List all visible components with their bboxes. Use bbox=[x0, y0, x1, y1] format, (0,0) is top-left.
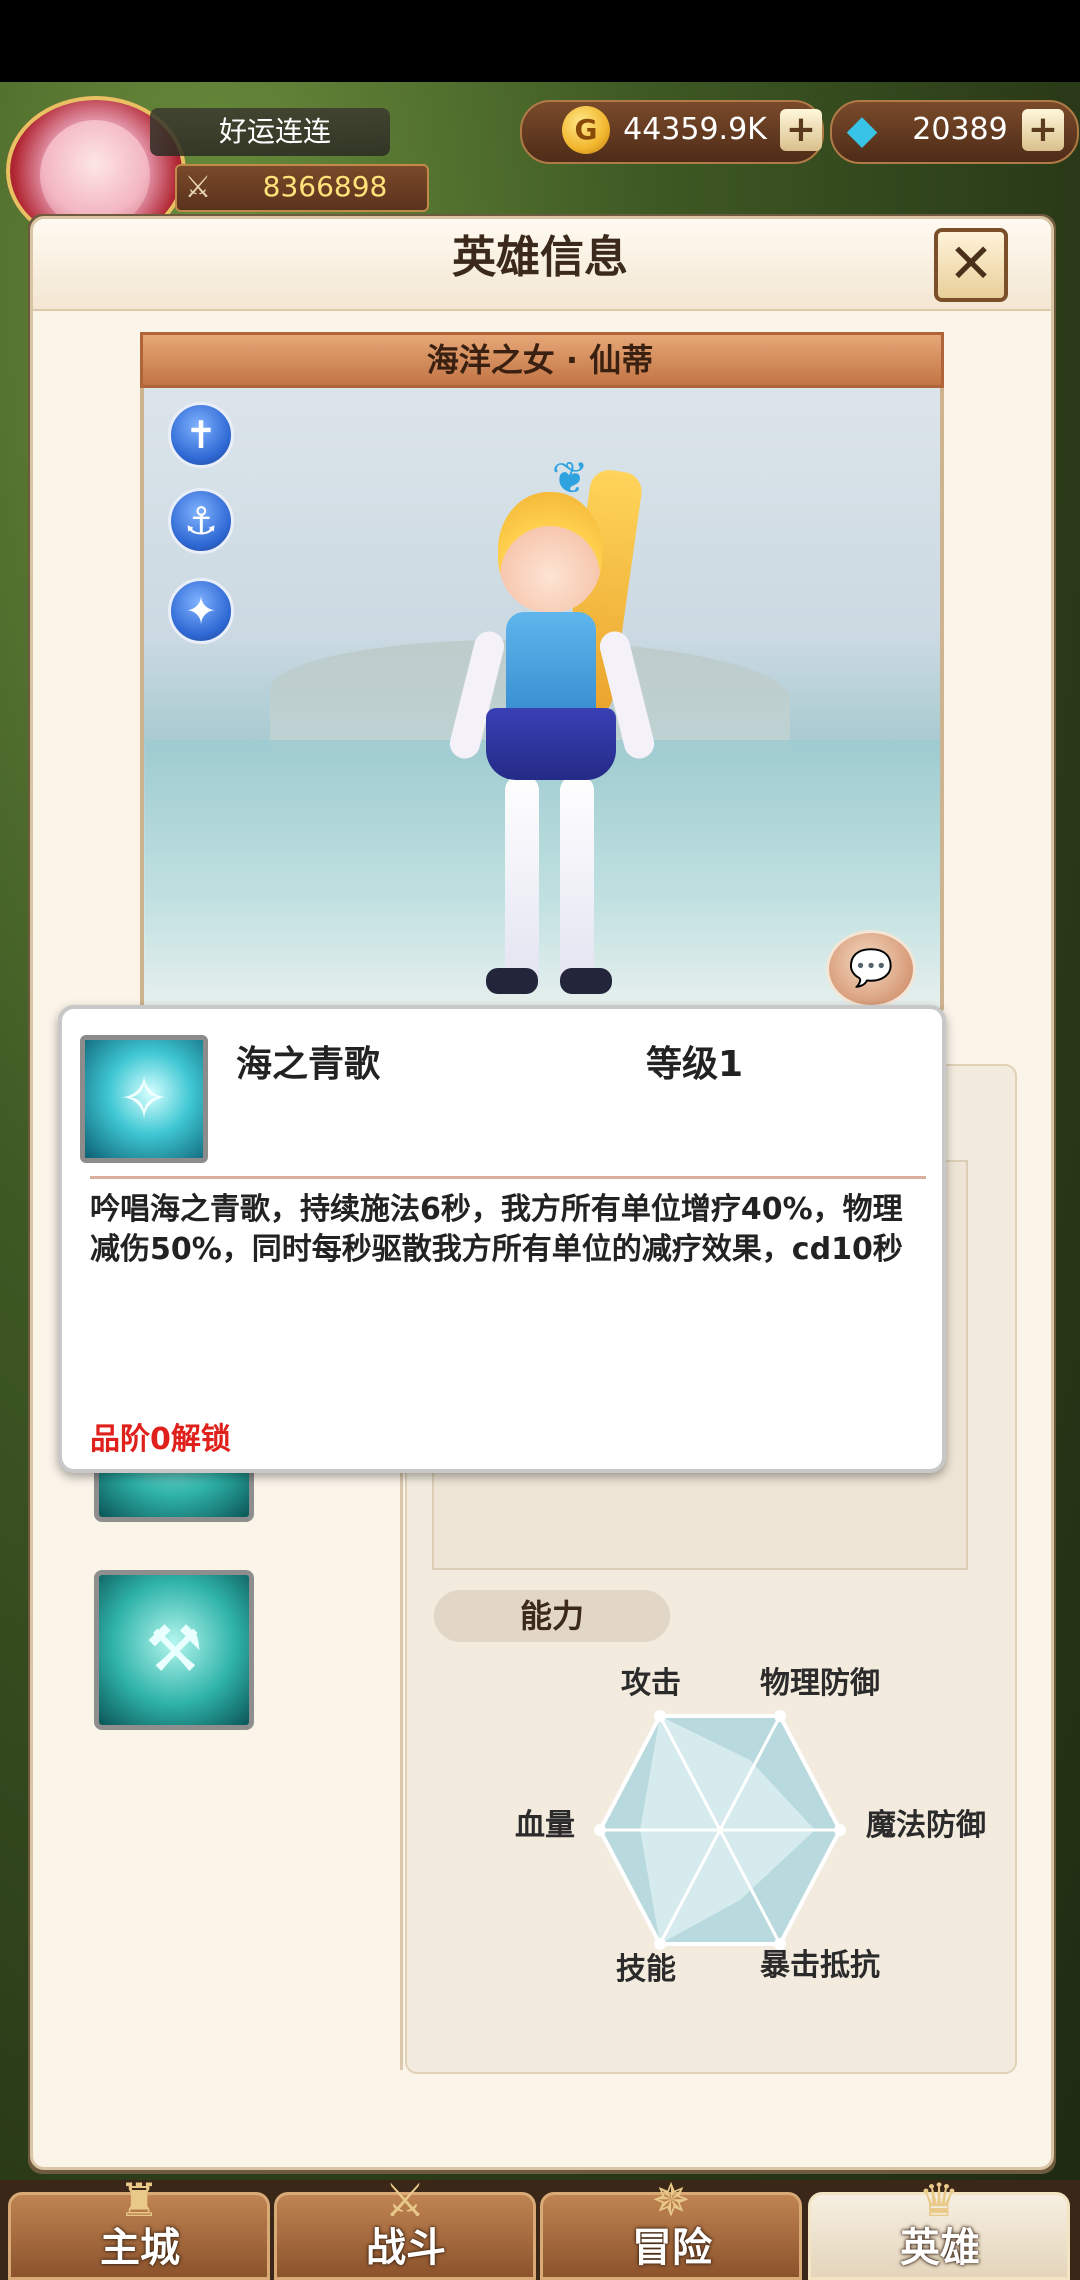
diamond-icon: ◆ bbox=[846, 107, 878, 153]
hero-skirt bbox=[486, 708, 616, 780]
radar-vertex bbox=[654, 1710, 666, 1722]
stat-label-crit-resist: 暴击抵抗 bbox=[760, 1948, 880, 1983]
chat-bubble-icon[interactable]: 💬 bbox=[826, 930, 916, 1008]
background-sea bbox=[145, 740, 940, 1008]
stat-label-physical-defense: 物理防御 bbox=[760, 1666, 880, 1701]
hero-leg-left bbox=[505, 776, 539, 986]
skill-unlock-requirement: 品阶0解锁 bbox=[90, 1422, 231, 1457]
skill-level: 等级1 bbox=[646, 1044, 744, 1085]
nav-label-battle: 战斗 bbox=[366, 2225, 446, 2271]
nav-label-main-city: 主城 bbox=[100, 2225, 180, 2271]
nav-label-heroes: 英雄 bbox=[900, 2225, 980, 2271]
radar-vertex bbox=[594, 1824, 606, 1836]
stat-label-attack: 攻击 bbox=[621, 1666, 681, 1701]
map-region-icon[interactable]: ✦ bbox=[168, 578, 234, 644]
add-gems-button[interactable]: + bbox=[1022, 109, 1064, 151]
hero-shoe-right bbox=[560, 968, 612, 994]
radar-vertex bbox=[654, 1938, 666, 1950]
healer-class-icon[interactable]: ✝ bbox=[168, 402, 234, 468]
ocean-song-skill-icon: ✧ bbox=[80, 1035, 208, 1163]
radar-vertex bbox=[774, 1710, 786, 1722]
close-button[interactable]: ✕ bbox=[934, 228, 1008, 302]
hero-name: 海洋之女 · 仙蒂 bbox=[426, 341, 654, 379]
ability-section-label: 能力 bbox=[434, 1590, 670, 1642]
page-title: 英雄信息 bbox=[452, 232, 628, 283]
crossed-swords-icon: ⚔ bbox=[184, 170, 212, 205]
hero-leg-right bbox=[560, 776, 594, 986]
anchor-faction-icon[interactable]: ⚓ bbox=[168, 488, 234, 554]
power-value: 8366898 bbox=[262, 170, 388, 203]
ability-radar-chart bbox=[594, 1710, 846, 1950]
stat-label-skill: 技能 bbox=[616, 1952, 676, 1987]
add-gold-button[interactable]: + bbox=[780, 109, 822, 151]
hammer-wave-icon: ⚒ bbox=[145, 1613, 203, 1687]
gold-value: 44359.9K bbox=[623, 112, 767, 147]
coin-icon: G bbox=[562, 106, 610, 154]
hero-head bbox=[498, 492, 602, 612]
hero-bow: ❦ bbox=[551, 453, 589, 504]
skill-description: 吟唱海之青歌，持续施法6秒，我方所有单位增疗40%，物理减伤50%，同时每秒驱散… bbox=[90, 1192, 903, 1267]
skill-name: 海之青歌 bbox=[236, 1044, 381, 1085]
stat-label-hp: 血量 bbox=[515, 1808, 575, 1843]
skill-slot-3[interactable]: ⚒ bbox=[94, 1570, 254, 1730]
divider bbox=[90, 1176, 926, 1179]
player-name: 好运连连 bbox=[218, 115, 331, 148]
status-bar bbox=[0, 0, 1080, 82]
nav-label-adventure: 冒险 bbox=[632, 2225, 712, 2271]
radar-vertex bbox=[834, 1824, 846, 1836]
stat-label-magic-defense: 魔法防御 bbox=[866, 1808, 986, 1843]
hero-shoe-left bbox=[486, 968, 538, 994]
gem-value: 20389 bbox=[912, 112, 1008, 147]
